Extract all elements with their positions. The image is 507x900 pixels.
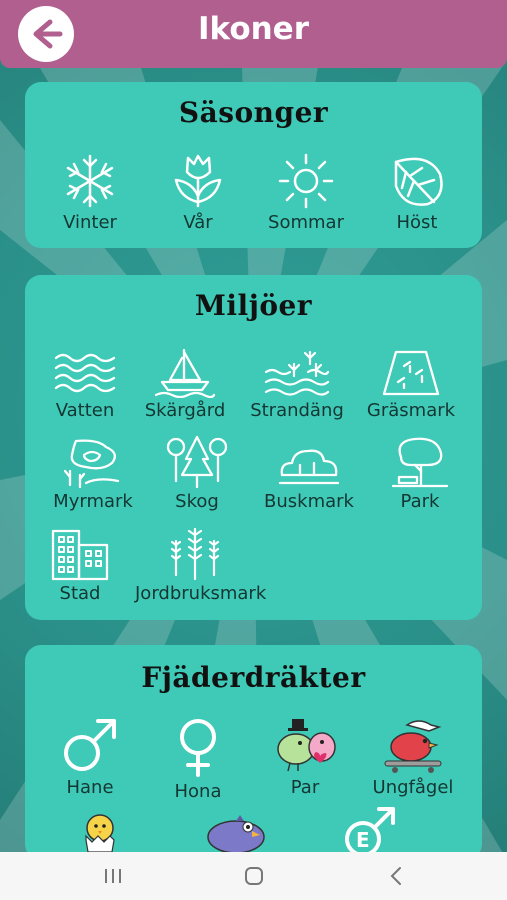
plumage-item-adult-winter[interactable] [175, 813, 295, 853]
plumage-item-pair[interactable]: Par [245, 717, 365, 798]
water-icon [54, 353, 116, 393]
season-item-winter[interactable]: Vinter [30, 152, 150, 233]
plumages-title: Fjäderdräkter [141, 661, 366, 694]
season-label: Vinter [63, 212, 117, 233]
svg-text:E: E [356, 828, 370, 852]
farmland-icon [170, 527, 220, 581]
eclipse-male-symbol-icon: E [345, 807, 395, 855]
tulip-icon [174, 154, 222, 208]
env-item-grassland[interactable]: Gräsmark [351, 348, 471, 421]
plumages-card: Fjäderdräkter Hane Hona Par Ungfågel E [25, 645, 482, 860]
env-item-forest[interactable]: Skog [137, 435, 257, 512]
male-symbol-icon [64, 719, 116, 771]
env-label: Skog [175, 491, 219, 512]
season-label: Höst [396, 212, 438, 233]
env-label: Park [400, 491, 440, 512]
female-symbol-icon [180, 719, 216, 777]
plumage-label: Hona [174, 781, 222, 802]
env-label: Jordbruksmark [135, 583, 267, 604]
season-label: Vår [183, 212, 213, 233]
env-item-bog[interactable]: Myrmark [33, 437, 153, 512]
park-icon [391, 437, 449, 488]
env-label: Gräsmark [366, 400, 456, 421]
environments-title: Miljöer [194, 289, 313, 322]
home-button[interactable] [242, 864, 266, 888]
env-item-bushland[interactable]: Buskmark [249, 443, 369, 512]
plumage-item-eclipse[interactable]: E [310, 805, 430, 855]
env-item-park[interactable]: Park [360, 435, 480, 512]
shore-meadow-icon [264, 350, 330, 396]
bird-pair-icon [277, 719, 336, 772]
env-item-farmland[interactable]: Jordbruksmark [135, 525, 267, 604]
plumage-item-female[interactable]: Hona [138, 717, 258, 802]
season-item-summer[interactable]: Sommar [246, 152, 366, 233]
top-app-bar: Ikoner [0, 0, 507, 68]
bush-icon [278, 449, 340, 485]
season-item-spring[interactable]: Vår [138, 152, 258, 233]
city-icon [51, 529, 109, 581]
bog-icon [63, 439, 120, 489]
back-nav-button[interactable] [384, 864, 408, 888]
sailboat-icon [154, 348, 216, 398]
chick-in-egg-icon [85, 814, 115, 853]
grassland-icon [382, 350, 440, 396]
young-bird-icon [384, 720, 442, 773]
plumage-item-juvenile[interactable]: Ungfågel [353, 717, 473, 798]
plumage-label: Ungfågel [372, 777, 454, 798]
plumage-item-male[interactable]: Hane [30, 717, 150, 798]
env-item-city[interactable]: Stad [20, 527, 140, 604]
leaf-icon [394, 157, 443, 206]
env-item-archipelago[interactable]: Skärgård [125, 348, 245, 421]
plumage-label: Hane [66, 777, 114, 798]
page-title: Ikoner [198, 11, 309, 47]
plumage-label: Par [290, 777, 320, 798]
system-nav-bar [0, 852, 507, 900]
snowflake-icon [66, 154, 114, 208]
sun-icon [278, 153, 334, 209]
season-item-autumn[interactable]: Höst [357, 152, 477, 233]
back-nav-icon [390, 867, 401, 885]
purple-bird-icon [207, 815, 265, 853]
home-icon [245, 867, 263, 885]
env-label: Strandäng [250, 400, 344, 421]
recent-apps-button[interactable] [101, 864, 125, 888]
forest-icon [166, 435, 228, 489]
environments-card: Miljöer Vatten Skärgård Strandäng Gräsma… [25, 275, 482, 620]
env-item-shore-meadow[interactable]: Strandäng [237, 350, 357, 421]
env-label: Stad [59, 583, 101, 604]
recent-apps-icon [105, 869, 121, 883]
seasons-card: Säsonger Vinter Vår Sommar Höst [25, 82, 482, 248]
env-label: Skärgård [144, 400, 226, 421]
seasons-title: Säsonger [178, 96, 329, 129]
env-label: Buskmark [264, 491, 354, 512]
env-label: Myrmark [53, 491, 133, 512]
plumage-item-chick[interactable] [40, 810, 160, 854]
season-label: Sommar [268, 212, 344, 233]
